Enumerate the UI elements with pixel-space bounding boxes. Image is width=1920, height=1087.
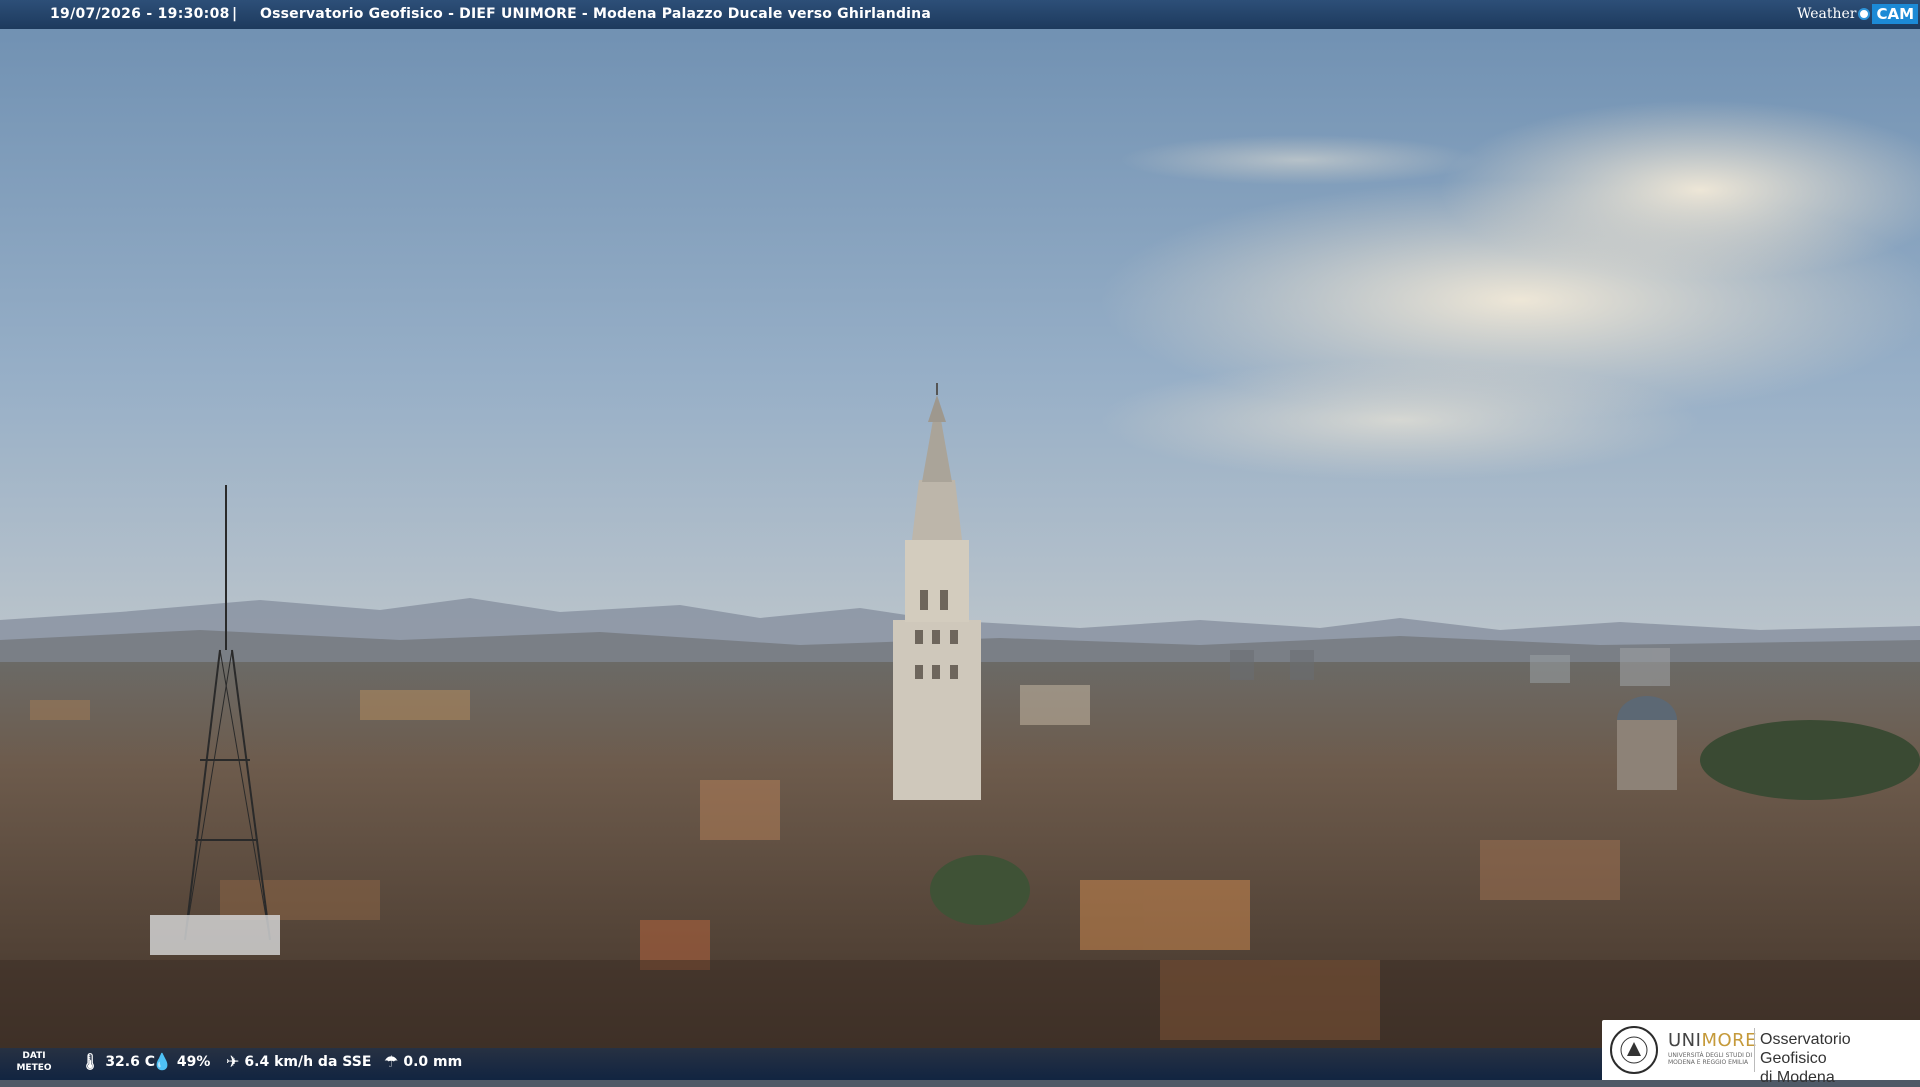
wind-reading: ✈ 6.4 km/h da SSE xyxy=(226,1052,372,1071)
temperature-value: 32.6 C xyxy=(105,1054,156,1070)
camera-title: Osservatorio Geofisico - DIEF UNIMORE - … xyxy=(260,6,931,22)
university-name: UNIVERSITÀ DEGLI STUDI DI MODENA E REGGI… xyxy=(1668,1052,1752,1066)
humidity-drop-icon: 💧 xyxy=(152,1052,172,1071)
dati-label: DATI xyxy=(22,1051,46,1061)
wind-value: 6.4 km/h da SSE xyxy=(244,1054,372,1070)
rain-reading: ☂ 0.0 mm xyxy=(384,1052,463,1071)
humidity-value: 49% xyxy=(176,1054,211,1070)
top-overlay-bar: 19/07/2026 - 19:30:08 | Osservatorio Geo… xyxy=(0,0,1920,29)
rain-value: 0.0 mm xyxy=(403,1054,463,1070)
unimore-wordmark: UNIMORE xyxy=(1668,1030,1757,1051)
unimore-more-text: MORE xyxy=(1701,1030,1758,1051)
timestamp: 19/07/2026 - 19:30:08 xyxy=(50,6,230,22)
logo-divider xyxy=(1754,1028,1755,1072)
humidity-reading: 💧 49% xyxy=(152,1052,211,1071)
wind-icon: ✈ xyxy=(226,1052,240,1071)
observatory-line1: Osservatorio Geofisico xyxy=(1760,1031,1851,1067)
observatory-line2: di Modena xyxy=(1760,1069,1835,1086)
webcam-image xyxy=(0,0,1920,1080)
temperature-reading: 🌡 32.6 C xyxy=(80,1052,156,1071)
meteo-label: METEO xyxy=(16,1063,52,1073)
dati-meteo-label: DATI METEO xyxy=(14,1050,54,1074)
unimore-logo-panel: UNIMORE UNIVERSITÀ DEGLI STUDI DI MODENA… xyxy=(1602,1020,1920,1086)
observatory-name: Osservatorio Geofisico di Modena xyxy=(1760,1030,1920,1087)
separator: | xyxy=(232,6,238,22)
university-line2: MODENA E REGGIO EMILIA xyxy=(1668,1059,1749,1066)
rain-gauge-icon: ☂ xyxy=(384,1052,399,1071)
brand-cam-text: CAM xyxy=(1872,4,1918,24)
brand-weather-text: Weather xyxy=(1796,6,1857,22)
weathercam-logo: Weather CAM xyxy=(1797,2,1918,26)
thermometer-icon: 🌡 xyxy=(80,1052,101,1071)
university-line1: UNIVERSITÀ DEGLI STUDI DI xyxy=(1668,1052,1753,1059)
unimore-uni-text: UNI xyxy=(1668,1030,1702,1051)
brand-dot-icon xyxy=(1858,8,1871,20)
university-seal-icon xyxy=(1610,1026,1658,1074)
